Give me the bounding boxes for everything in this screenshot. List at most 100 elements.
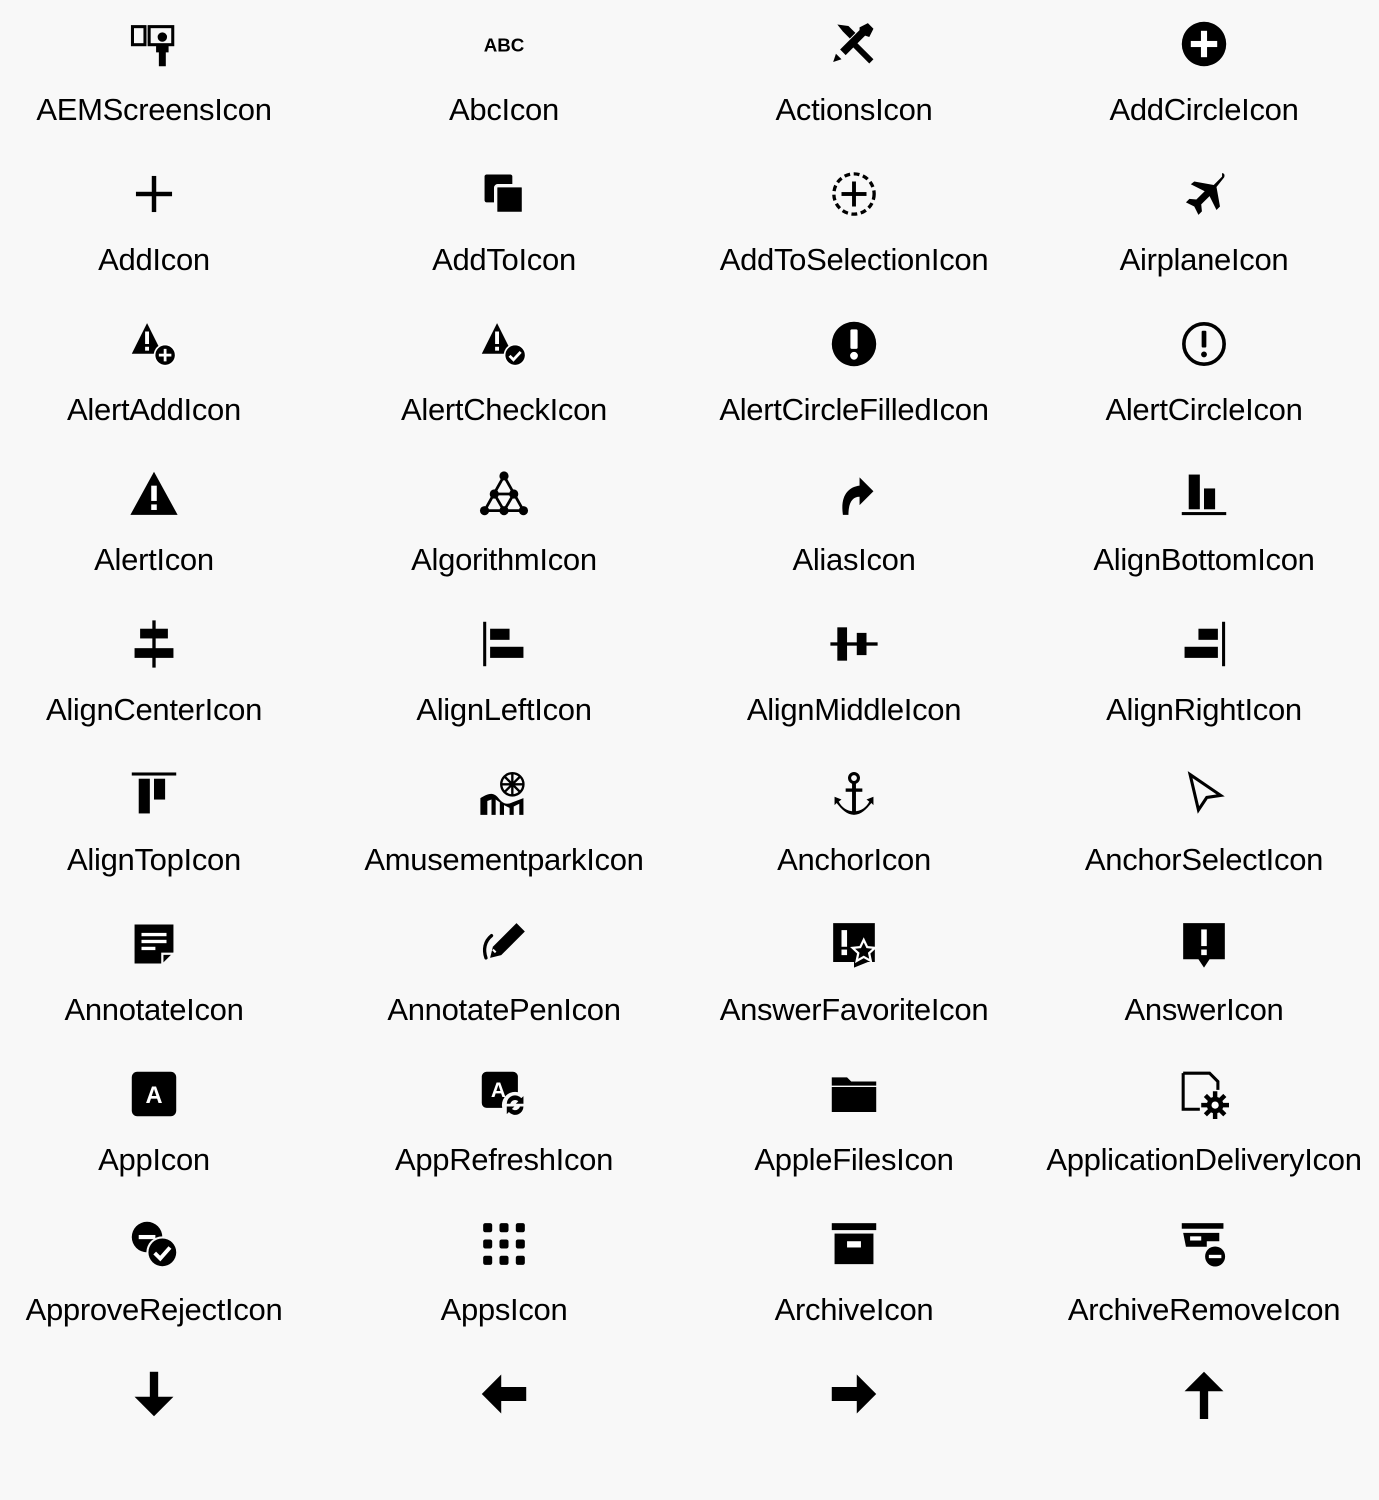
arrow-down-icon <box>129 1369 179 1419</box>
alias-icon <box>829 469 879 519</box>
icon-label: AlertCircleFilledIcon <box>719 392 989 427</box>
icon-label: AnswerIcon <box>1124 992 1284 1027</box>
icon-tile[interactable]: AnchorIcon <box>679 750 1029 900</box>
icon-tile[interactable] <box>1029 1350 1379 1500</box>
align-center-icon <box>129 619 179 669</box>
aem-screens-icon <box>129 19 179 69</box>
icon-tile[interactable]: ABC AbcIcon <box>329 0 679 150</box>
alert-check-icon <box>479 319 529 369</box>
icon-tile[interactable]: AlertCheckIcon <box>329 300 679 450</box>
add-to-icon <box>479 169 529 219</box>
icon-tile[interactable]: AmusementparkIcon <box>329 750 679 900</box>
icon-label: AlertIcon <box>94 542 214 577</box>
icon-label: AddToSelectionIcon <box>719 242 989 277</box>
icon-tile[interactable]: AddToSelectionIcon <box>679 150 1029 300</box>
icon-tile[interactable]: AlertIcon <box>0 450 329 600</box>
answer-icon <box>1179 919 1229 969</box>
add-icon <box>129 169 179 219</box>
icon-label: ActionsIcon <box>775 92 933 127</box>
align-top-icon <box>129 769 179 819</box>
icon-tile[interactable] <box>329 1350 679 1500</box>
icon-tile[interactable]: AnnotateIcon <box>0 900 329 1050</box>
icon-tile[interactable]: AddToIcon <box>329 150 679 300</box>
icon-tile[interactable]: AlignBottomIcon <box>1029 450 1379 600</box>
align-left-icon <box>479 619 529 669</box>
icon-tile[interactable]: AppleFilesIcon <box>679 1050 1029 1200</box>
icon-label: AEMScreensIcon <box>36 92 272 127</box>
icon-label: AlertCircleIcon <box>1105 392 1303 427</box>
icon-tile[interactable]: AnnotatePenIcon <box>329 900 679 1050</box>
icon-label: AmusementparkIcon <box>364 842 644 877</box>
icon-tile[interactable]: AlignRightIcon <box>1029 600 1379 750</box>
icon-tile[interactable]: AlertCircleFilledIcon <box>679 300 1029 450</box>
archive-icon <box>829 1219 879 1269</box>
approve-reject-icon <box>129 1219 179 1269</box>
icon-tile[interactable]: AddIcon <box>0 150 329 300</box>
icon-tile[interactable]: ArchiveIcon <box>679 1200 1029 1350</box>
icon-tile[interactable]: A AppRefreshIcon <box>329 1050 679 1200</box>
align-middle-icon <box>829 619 879 669</box>
icon-tile[interactable]: ArchiveRemoveIcon <box>1029 1200 1379 1350</box>
icon-label: AirplaneIcon <box>1119 242 1289 277</box>
icon-tile[interactable] <box>0 1350 329 1500</box>
icon-tile[interactable]: AnswerIcon <box>1029 900 1379 1050</box>
icon-tile[interactable] <box>679 1350 1029 1500</box>
icon-label: AlignTopIcon <box>67 842 241 877</box>
alert-add-icon <box>129 319 179 369</box>
icon-label: AppsIcon <box>440 1292 568 1327</box>
icon-tile[interactable]: AEMScreensIcon <box>0 0 329 150</box>
icon-grid: AEMScreensIcon ABC AbcIcon ActionsIcon AddCi… <box>0 0 1362 1500</box>
app-icon: A <box>129 1069 179 1119</box>
icon-label: ApplicationDeliveryIcon <box>1046 1142 1362 1177</box>
icon-label: AlertCheckIcon <box>400 392 607 427</box>
icon-tile[interactable]: AnswerFavoriteIcon <box>679 900 1029 1050</box>
icon-tile[interactable]: AppsIcon <box>329 1200 679 1350</box>
icon-tile[interactable]: ApplicationDeliveryIcon <box>1029 1050 1379 1200</box>
answer-favorite-icon <box>829 919 879 969</box>
icon-tile[interactable]: AliasIcon <box>679 450 1029 600</box>
icon-label: AnchorIcon <box>777 842 931 877</box>
application-delivery-icon <box>1179 1069 1229 1119</box>
icon-label: ApproveRejectIcon <box>25 1292 283 1327</box>
icon-label: AlignLeftIcon <box>416 692 592 727</box>
svg-text:A: A <box>145 1083 162 1109</box>
arrow-left-icon <box>479 1369 529 1419</box>
annotate-icon <box>129 919 179 969</box>
amusement-park-icon <box>479 769 529 819</box>
icon-label: AnchorSelectIcon <box>1084 842 1324 877</box>
actions-icon <box>829 19 879 69</box>
icon-tile[interactable]: AlignTopIcon <box>0 750 329 900</box>
icon-label: AddIcon <box>98 242 210 277</box>
annotate-pen-icon <box>479 919 529 969</box>
icon-tile[interactable]: ActionsIcon <box>679 0 1029 150</box>
icon-label: ArchiveIcon <box>774 1292 934 1327</box>
abc-icon: ABC <box>479 19 529 69</box>
icon-tile[interactable]: AnchorSelectIcon <box>1029 750 1379 900</box>
icon-tile[interactable]: ApproveRejectIcon <box>0 1200 329 1350</box>
arrow-up-icon <box>1179 1369 1229 1419</box>
apps-icon <box>479 1219 529 1269</box>
icon-label: AlignBottomIcon <box>1093 542 1315 577</box>
icon-tile[interactable]: AlignMiddleIcon <box>679 600 1029 750</box>
icon-label: AddCircleIcon <box>1109 92 1299 127</box>
icon-tile[interactable]: AddCircleIcon <box>1029 0 1379 150</box>
icon-label: ArchiveRemoveIcon <box>1067 1292 1341 1327</box>
icon-label: AlgorithmIcon <box>411 542 597 577</box>
icon-tile[interactable]: AlertAddIcon <box>0 300 329 450</box>
icon-tile[interactable]: A AppIcon <box>0 1050 329 1200</box>
icon-label: AlertAddIcon <box>67 392 241 427</box>
align-right-icon <box>1179 619 1229 669</box>
icon-label: AlignMiddleIcon <box>746 692 962 727</box>
icon-tile[interactable]: AlignLeftIcon <box>329 600 679 750</box>
icon-label: AlignRightIcon <box>1106 692 1302 727</box>
algorithm-icon <box>479 469 529 519</box>
icon-label: AlignCenterIcon <box>45 692 263 727</box>
svg-text:A: A <box>491 1079 506 1102</box>
icon-tile[interactable]: AlertCircleIcon <box>1029 300 1379 450</box>
icon-label: AnnotateIcon <box>64 992 244 1027</box>
icon-label: AbcIcon <box>449 92 559 127</box>
icon-tile[interactable]: AlignCenterIcon <box>0 600 329 750</box>
icon-label: AnswerFavoriteIcon <box>719 992 989 1027</box>
icon-tile[interactable]: AirplaneIcon <box>1029 150 1379 300</box>
icon-tile[interactable]: AlgorithmIcon <box>329 450 679 600</box>
